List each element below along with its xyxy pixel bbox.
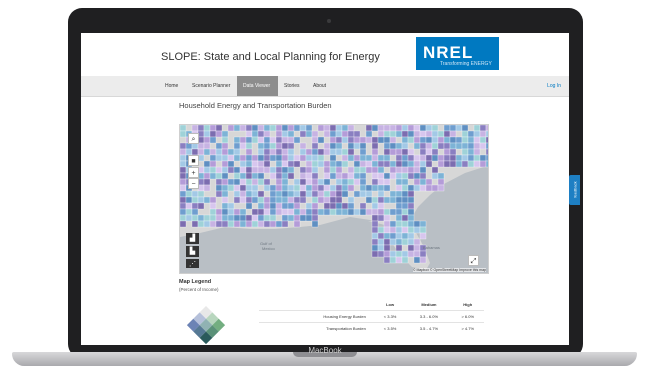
camera-icon <box>327 19 331 23</box>
logo-text: NREL <box>423 43 474 62</box>
legend-col-medium: Medium <box>421 301 437 307</box>
legend-col-low: Low <box>386 301 395 307</box>
cell-low: < 3.3% <box>373 310 407 323</box>
row-label: Transportation Burden <box>259 322 374 334</box>
logo-tagline: Transforming ENERGY <box>440 61 492 67</box>
nav-item-data-viewer[interactable]: Data Viewer <box>237 76 278 96</box>
county-layer <box>180 125 488 264</box>
zoom-in-button[interactable]: + <box>188 167 199 178</box>
table-row: Transportation Burden < 3.5% 3.5 - 4.7% … <box>259 322 484 334</box>
legend-title: Map Legend <box>179 279 212 285</box>
device-brand: MacBook <box>308 346 342 355</box>
nav-item-about[interactable]: About <box>307 76 332 96</box>
login-link[interactable]: Log In <box>547 76 561 96</box>
map-square-button[interactable]: ■ <box>188 155 199 166</box>
feedback-tab[interactable]: feedback <box>569 175 580 205</box>
cell-high: > 6.0% <box>451 310 484 323</box>
feedback-label: feedback <box>572 181 578 198</box>
nrel-logo[interactable]: NREL Transforming ENERGY <box>416 37 499 70</box>
row-label: Housing Energy Burden <box>259 310 374 323</box>
us-map-icon[interactable]: ▟ <box>186 233 199 244</box>
map-attribution[interactable]: © Mapbox © OpenStreetMap Improve this ma… <box>412 268 486 272</box>
legend-subtitle: (Percent of Income) <box>179 287 219 292</box>
main-nav: Home Scenario Planner Data Viewer Storie… <box>81 76 569 97</box>
cell-medium: 3.3 - 6.0% <box>406 310 452 323</box>
nav-item-stories[interactable]: Stories <box>278 76 306 96</box>
cell-low: < 3.5% <box>373 322 407 334</box>
alaska-map-icon[interactable]: ▙ <box>186 246 199 257</box>
search-icon[interactable]: ⌕ <box>188 133 199 144</box>
nav-item-scenario-planner[interactable]: Scenario Planner <box>186 76 236 96</box>
data-viewer-content: Household Energy and Transportation Burd… <box>179 99 489 345</box>
cell-high: > 4.7% <box>451 322 484 334</box>
browser-screen: SLOPE: State and Local Planning for Ener… <box>81 33 569 345</box>
gulf-label-2: Mexico <box>262 246 275 251</box>
page-title: Household Energy and Transportation Burd… <box>179 101 332 110</box>
cell-medium: 3.5 - 4.7% <box>406 322 452 334</box>
zoom-out-button[interactable]: − <box>188 178 199 189</box>
fullscreen-icon[interactable]: ⤢ <box>468 255 479 266</box>
site-title: SLOPE: State and Local Planning for Ener… <box>161 51 380 63</box>
table-row: Housing Energy Burden < 3.3% 3.3 - 6.0% … <box>259 310 484 323</box>
choropleth-map[interactable]: ⌕ ■ + − ▟ ▙ ⋰ ⤢ Gulf of Mexico Bahamas ©… <box>179 124 489 274</box>
hawaii-map-icon[interactable]: ⋰ <box>186 259 199 268</box>
legend-col-high: High <box>463 301 473 307</box>
bahamas-label: Bahamas <box>423 245 440 250</box>
legend-col-empty <box>259 298 374 311</box>
map-canvas <box>180 125 488 270</box>
legend-table: Low Medium High Housing Energy Burden < … <box>259 298 484 334</box>
bivariate-legend-swatch <box>186 306 226 345</box>
nav-item-home[interactable]: Home <box>159 76 184 96</box>
